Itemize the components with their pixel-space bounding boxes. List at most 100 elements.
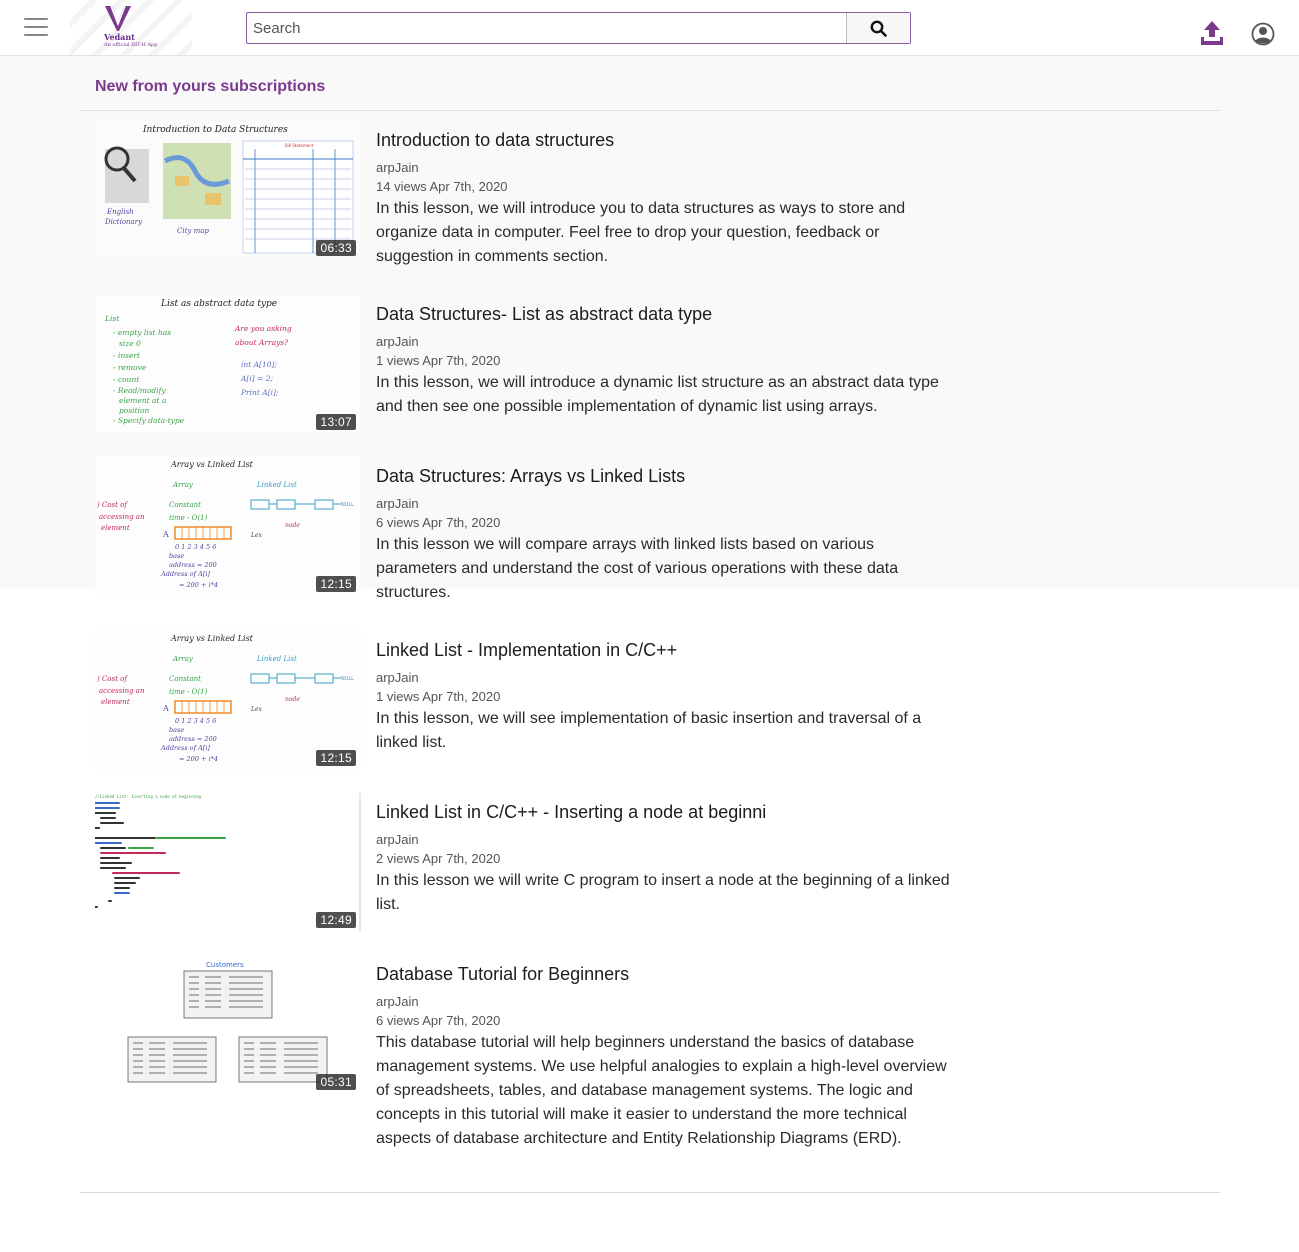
svg-text:- remove: - remove [113,363,147,372]
user-account-icon[interactable] [1251,22,1275,46]
app-logo[interactable]: Vedant An official IIIT-H App [70,0,192,55]
video-meta: 2 views Apr 7th, 2020 [376,851,501,866]
logo-name: Vedant [104,32,135,42]
video-meta: 6 views Apr 7th, 2020 [376,515,501,530]
svg-text:address = 200: address = 200 [169,561,217,569]
svg-text://Linked List: Inserting a nod: //Linked List: Inserting a node at begin… [95,794,202,799]
video-thumbnail[interactable]: Customers 05:31 [95,955,361,1093]
svg-text:- Read/modify: - Read/modify [113,386,166,395]
svg-text:A: A [162,530,169,539]
svg-text:Lex: Lex [250,532,263,539]
video-duration: 12:15 [316,750,356,766]
svg-text:position: position [119,406,149,415]
svg-text:Array vs Linked List: Array vs Linked List [170,634,254,643]
video-thumbnail[interactable]: List as abstract data type List - empty … [95,295,361,433]
svg-text:accessing an: accessing an [99,513,145,521]
svg-text:= 200 + i*4: = 200 + i*4 [179,581,218,589]
svg-text:Constant: Constant [169,675,201,683]
svg-text:Customers: Customers [206,961,244,969]
svg-text:List: List [104,314,120,323]
menu-icon[interactable] [24,18,48,38]
video-meta: 1 views Apr 7th, 2020 [376,689,501,704]
thumbnail-image: Array vs Linked List ) Cost of accessing… [95,631,361,769]
svg-text:) Cost of: ) Cost of [96,675,128,683]
search-icon [870,20,887,37]
video-thumbnail[interactable]: Introduction to Data Structures English … [95,121,361,259]
video-author[interactable]: arpJain [376,159,956,177]
video-title[interactable]: Linked List - Implementation in C/C++ [376,639,956,661]
logo-tagline: An official IIIT-H App [104,42,158,48]
video-info: Data Structures- List as abstract data t… [376,303,956,419]
video-thumbnail[interactable]: //Linked List: Inserting a node at begin… [95,793,361,931]
video-meta: 6 views Apr 7th, 2020 [376,1013,501,1028]
svg-text:0 1 2 3 4 5 6: 0 1 2 3 4 5 6 [175,717,216,725]
svg-text:Array: Array [172,481,194,489]
thumbnail-image: Array vs Linked List ) Cost of accessing… [95,457,361,595]
video-description: In this lesson, we will see implementati… [376,710,922,751]
video-description: In this lesson, we will introduce you to… [376,200,906,265]
svg-text:Print A[i];: Print A[i]; [240,388,279,397]
video-description: This database tutorial will help beginne… [376,1034,947,1147]
svg-text:List as abstract data type: List as abstract data type [160,299,277,309]
svg-text:A[i] = 2;: A[i] = 2; [240,374,273,383]
video-title[interactable]: Data Structures: Arrays vs Linked Lists [376,465,956,487]
svg-text:Are you asking: Are you asking [234,324,292,333]
video-thumbnail[interactable]: Array vs Linked List ) Cost of accessing… [95,457,361,595]
svg-text:- empty list has: - empty list has [113,328,171,337]
svg-text:NULL: NULL [341,676,354,682]
svg-text:int A[10];: int A[10]; [241,360,277,369]
video-description: In this lesson we will compare arrays wi… [376,536,899,601]
video-author[interactable]: arpJain [376,333,956,351]
svg-text:base: base [169,726,184,734]
svg-text:time - O(1): time - O(1) [169,514,208,522]
svg-text:about Arrays?: about Arrays? [235,338,289,347]
video-title[interactable]: Database Tutorial for Beginners [376,963,956,985]
svg-text:Linked List: Linked List [256,655,297,663]
search-button[interactable] [846,13,910,43]
video-title[interactable]: Linked List in C/C++ - Inserting a node … [376,801,956,823]
thumbnail-image: Introduction to Data Structures English … [95,121,361,259]
svg-text:English: English [106,208,134,216]
svg-text:Array: Array [172,655,194,663]
video-title[interactable]: Data Structures- List as abstract data t… [376,303,956,325]
video-info: Introduction to data structures arpJain … [376,129,956,269]
video-author[interactable]: arpJain [376,669,956,687]
svg-text:element: element [101,524,130,532]
logo-v-icon [105,5,131,31]
bottom-divider [80,1192,1220,1193]
svg-text:- count: - count [113,375,140,384]
svg-text:NULL: NULL [341,502,354,508]
svg-text:0 1 2 3 4 5 6: 0 1 2 3 4 5 6 [175,543,216,551]
thumbnail-image: List as abstract data type List - empty … [95,295,361,433]
video-description: In this lesson, we will introduce a dyna… [376,374,939,415]
svg-text:time - O(1): time - O(1) [169,688,208,696]
section-divider [80,110,1220,111]
svg-text:- Specify data-type: - Specify data-type [113,416,185,425]
video-author[interactable]: arpJain [376,993,956,1011]
video-info: Linked List in C/C++ - Inserting a node … [376,801,956,917]
video-author[interactable]: arpJain [376,495,956,513]
section-title: New from yours subscriptions [95,78,326,95]
top-navbar: Vedant An official IIIT-H App [0,0,1299,56]
video-meta: 14 views Apr 7th, 2020 [376,179,508,194]
svg-text:node: node [285,522,300,529]
svg-text:Bill Statement: Bill Statement [285,143,314,148]
svg-text:= 200 + i*4: = 200 + i*4 [179,755,218,763]
svg-text:Linked List: Linked List [256,481,297,489]
video-thumbnail[interactable]: Array vs Linked List ) Cost of accessing… [95,631,361,769]
video-title[interactable]: Introduction to data structures [376,129,956,151]
svg-text:- insert: - insert [113,351,141,360]
video-description: In this lesson we will write C program t… [376,872,950,913]
search-input[interactable] [247,13,846,43]
svg-text:Address of A[i]: Address of A[i] [160,570,210,578]
thumbnail-image: //Linked List: Inserting a node at begin… [95,793,361,931]
video-info: Data Structures: Arrays vs Linked Lists … [376,465,956,605]
video-meta: 1 views Apr 7th, 2020 [376,353,501,368]
search-bar [246,12,911,44]
svg-text:) Cost of: ) Cost of [96,501,128,509]
svg-text:Array vs Linked List: Array vs Linked List [170,460,254,469]
upload-icon[interactable] [1199,20,1225,46]
video-author[interactable]: arpJain [376,831,956,849]
svg-text:Introduction to Data Structure: Introduction to Data Structures [142,125,288,135]
video-duration: 13:07 [316,414,356,430]
